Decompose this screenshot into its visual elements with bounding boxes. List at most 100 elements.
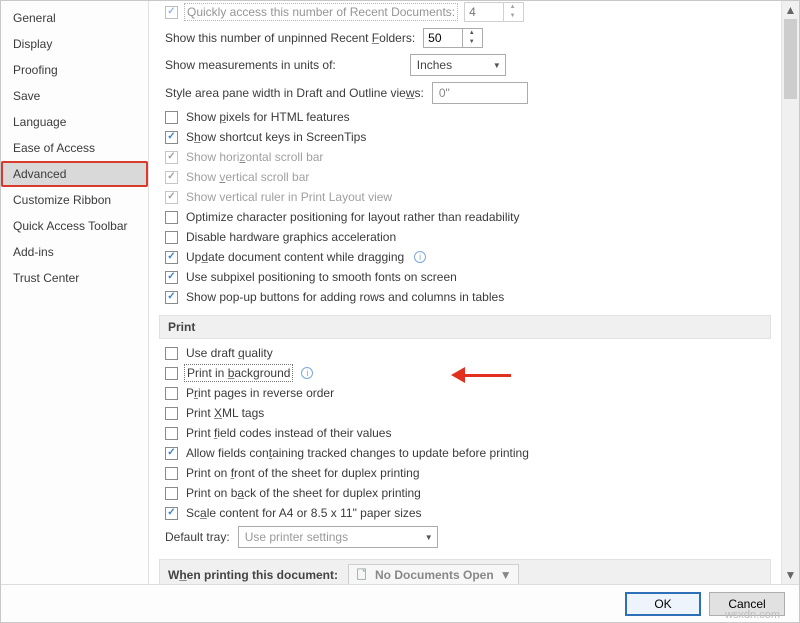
sidebar-item-quick-access-toolbar[interactable]: Quick Access Toolbar <box>1 213 148 239</box>
display-opt-9: Show pop-up buttons for adding rows and … <box>159 287 771 307</box>
opt-label: Default tray: <box>165 530 230 544</box>
combo-value: Use printer settings <box>245 530 348 544</box>
scroll-down-icon[interactable]: ▼ <box>782 566 799 584</box>
checkbox <box>165 171 178 184</box>
checkbox[interactable] <box>165 251 178 264</box>
document-icon <box>355 568 369 582</box>
checkbox[interactable] <box>165 231 178 244</box>
default-tray-combo[interactable]: Use printer settings ▼ <box>238 526 438 548</box>
checkbox[interactable] <box>165 507 178 520</box>
display-opt-2: Show horizontal scroll bar <box>159 147 771 167</box>
opt-unpinned-folders: Show this number of unpinned Recent Fold… <box>159 25 771 51</box>
opt-label: Print on back of the sheet for duplex pr… <box>186 486 421 500</box>
checkbox[interactable] <box>165 211 178 224</box>
display-opt-1: Show shortcut keys in ScreenTips <box>159 127 771 147</box>
print-opt-7: Print on back of the sheet for duplex pr… <box>159 483 771 503</box>
opt-label: Allow fields containing tracked changes … <box>186 446 529 460</box>
scroll-up-icon[interactable]: ▲ <box>782 1 799 19</box>
checkbox[interactable] <box>165 131 178 144</box>
info-icon[interactable]: i <box>414 251 426 263</box>
content-scroll: Quickly access this number of Recent Doc… <box>149 1 781 584</box>
checkbox[interactable] <box>165 487 178 500</box>
section-print: Print <box>159 315 771 339</box>
opt-label: Quickly access this number of Recent Doc… <box>186 5 456 19</box>
checkbox <box>165 191 178 204</box>
checkbox[interactable] <box>165 367 178 380</box>
scroll-thumb[interactable] <box>784 19 797 99</box>
checkbox[interactable] <box>165 387 178 400</box>
recent-docs-value[interactable] <box>465 5 503 19</box>
checkbox[interactable] <box>165 111 178 124</box>
opt-label: Style area pane width in Draft and Outli… <box>165 86 424 100</box>
opt-label: Use draft quality <box>186 346 273 360</box>
measurements-combo[interactable]: Inches ▼ <box>410 54 506 76</box>
chevron-down-icon: ▼ <box>500 568 512 582</box>
style-area-input[interactable]: 0" <box>432 82 528 104</box>
display-opt-8: Use subpixel positioning to smooth fonts… <box>159 267 771 287</box>
opt-label: Show pixels for HTML features <box>186 110 350 124</box>
checkbox <box>165 151 178 164</box>
print-opt-8: Scale content for A4 or 8.5 x 11" paper … <box>159 503 771 523</box>
checkbox[interactable] <box>165 407 178 420</box>
section-print-document: When printing this document: No Document… <box>159 559 771 584</box>
opt-style-area: Style area pane width in Draft and Outli… <box>159 79 771 107</box>
chevron-down-icon: ▼ <box>425 533 433 542</box>
display-opt-6: Disable hardware graphics acceleration <box>159 227 771 247</box>
unpinned-folders-spinner[interactable]: ▲▼ <box>423 28 483 48</box>
sidebar-item-trust-center[interactable]: Trust Center <box>1 265 148 291</box>
display-opt-5: Optimize character positioning for layou… <box>159 207 771 227</box>
category-sidebar: GeneralDisplayProofingSaveLanguageEase o… <box>1 1 149 584</box>
sidebar-item-language[interactable]: Language <box>1 109 148 135</box>
combo-value: Inches <box>417 58 452 72</box>
chevron-down-icon: ▼ <box>493 61 501 70</box>
vertical-scrollbar[interactable]: ▲ ▼ <box>781 1 799 584</box>
print-document-combo[interactable]: No Documents Open ▼ <box>348 564 519 584</box>
dialog-body: GeneralDisplayProofingSaveLanguageEase o… <box>1 1 799 584</box>
opt-label: Print field codes instead of their value… <box>186 426 391 440</box>
print-opt-1: Print in background i <box>159 363 771 383</box>
sidebar-item-add-ins[interactable]: Add-ins <box>1 239 148 265</box>
spinner-buttons[interactable]: ▲▼ <box>462 29 480 47</box>
display-opt-7: Update document content while dragging i <box>159 247 771 267</box>
opt-label: Optimize character positioning for layou… <box>186 210 520 224</box>
display-opt-3: Show vertical scroll bar <box>159 167 771 187</box>
opt-recent-docs: Quickly access this number of Recent Doc… <box>159 1 771 25</box>
opt-label: Show vertical ruler in Print Layout view <box>186 190 392 204</box>
checkbox[interactable] <box>165 347 178 360</box>
sidebar-item-display[interactable]: Display <box>1 31 148 57</box>
checkbox[interactable] <box>165 271 178 284</box>
sidebar-item-save[interactable]: Save <box>1 83 148 109</box>
unpinned-folders-value[interactable] <box>424 31 462 45</box>
combo-value: No Documents Open <box>375 568 494 582</box>
print-opt-2: Print pages in reverse order <box>159 383 771 403</box>
checkbox[interactable] <box>165 467 178 480</box>
opt-label: Show vertical scroll bar <box>186 170 309 184</box>
sidebar-item-ease-of-access[interactable]: Ease of Access <box>1 135 148 161</box>
opt-default-tray: Default tray: Use printer settings ▼ <box>159 523 771 551</box>
opt-label: Update document content while dragging <box>186 250 404 264</box>
checkbox[interactable] <box>165 6 178 19</box>
sidebar-item-general[interactable]: General <box>1 5 148 31</box>
print-opt-3: Print XML tags <box>159 403 771 423</box>
dialog-footer: OK Cancel <box>1 584 799 622</box>
print-opt-6: Print on front of the sheet for duplex p… <box>159 463 771 483</box>
checkbox[interactable] <box>165 427 178 440</box>
opt-label: Print in background <box>186 366 291 380</box>
recent-docs-spinner[interactable]: ▲▼ <box>464 2 524 22</box>
display-opt-0: Show pixels for HTML features <box>159 107 771 127</box>
checkbox[interactable] <box>165 291 178 304</box>
info-icon[interactable]: i <box>301 367 313 379</box>
opt-label: Show this number of unpinned Recent Fold… <box>165 31 415 45</box>
opt-label: Disable hardware graphics acceleration <box>186 230 396 244</box>
opt-label: Print on front of the sheet for duplex p… <box>186 466 420 480</box>
ok-button[interactable]: OK <box>625 592 701 616</box>
opt-label: Print pages in reverse order <box>186 386 334 400</box>
spinner-buttons[interactable]: ▲▼ <box>503 3 521 21</box>
opt-label: Show shortcut keys in ScreenTips <box>186 130 366 144</box>
checkbox[interactable] <box>165 447 178 460</box>
sidebar-item-advanced[interactable]: Advanced <box>1 161 148 187</box>
print-opt-0: Use draft quality <box>159 343 771 363</box>
sidebar-item-customize-ribbon[interactable]: Customize Ribbon <box>1 187 148 213</box>
print-opt-4: Print field codes instead of their value… <box>159 423 771 443</box>
sidebar-item-proofing[interactable]: Proofing <box>1 57 148 83</box>
